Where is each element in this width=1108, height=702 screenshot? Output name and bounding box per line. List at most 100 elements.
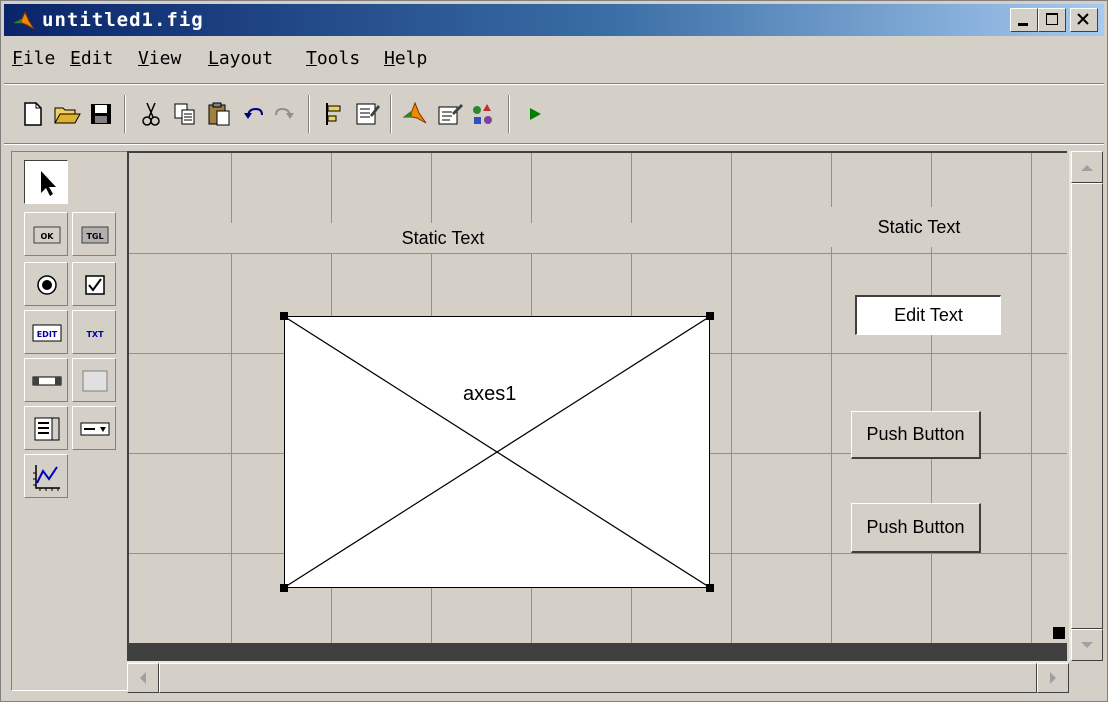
toggle-button-icon: TGL [81, 226, 109, 244]
open-folder-icon [54, 107, 81, 124]
arrow-up-icon [1081, 165, 1093, 171]
menu-bar: File Edit View Layout Tools Help [4, 41, 1104, 77]
toggle-button-tool[interactable]: TGL [72, 212, 116, 256]
scroll-up-button[interactable] [1071, 151, 1103, 183]
slider-icon [32, 376, 62, 386]
scroll-thumb-horizontal[interactable] [159, 663, 1037, 693]
toolbar-separator [4, 143, 1104, 145]
menu-edit[interactable]: Edit [70, 48, 113, 69]
run-play-icon [530, 108, 541, 120]
redo-icon [275, 107, 294, 119]
menu-editor-button[interactable] [352, 99, 382, 129]
frame-tool[interactable] [72, 358, 116, 402]
scroll-down-button[interactable] [1071, 629, 1103, 661]
edit-text-tool[interactable]: EDIT [24, 310, 68, 354]
arrow-left-icon [140, 672, 146, 684]
new-button[interactable] [18, 99, 48, 129]
m-file-editor-button[interactable] [400, 99, 430, 129]
window-title: untitled1.fig [42, 9, 204, 31]
save-disk-icon [91, 104, 111, 124]
radio-button-icon [37, 275, 57, 295]
axes-tool[interactable] [24, 454, 68, 498]
frame-icon [82, 370, 108, 392]
figure-resize-handle[interactable] [1053, 627, 1065, 639]
scroll-left-button[interactable] [127, 663, 159, 693]
scrollbar-corner [1069, 661, 1103, 693]
minimize-button[interactable] [1010, 8, 1038, 32]
scissors-icon [142, 102, 160, 126]
undo-icon [244, 107, 263, 119]
object-browser-icon [473, 104, 492, 124]
close-icon [1077, 13, 1089, 25]
property-inspector-button[interactable] [434, 99, 464, 129]
toolbar [4, 89, 1104, 141]
align-icon [326, 103, 341, 125]
svg-text:TGL: TGL [86, 232, 103, 241]
vertical-scrollbar[interactable] [1069, 151, 1103, 661]
axes-plot-icon [33, 465, 60, 491]
scroll-thumb-vertical[interactable] [1071, 183, 1103, 629]
push-button-tool[interactable]: OK [24, 212, 68, 256]
edit-text-field[interactable]: Edit Text [855, 295, 1001, 335]
property-inspector-icon [438, 104, 463, 125]
resize-handle-bottom-right[interactable] [706, 584, 714, 592]
menu-separator [4, 83, 1104, 85]
push-button-icon: OK [33, 226, 61, 244]
slider-tool[interactable] [24, 358, 68, 402]
select-tool[interactable] [24, 160, 68, 204]
svg-text:TXT: TXT [86, 330, 104, 339]
copy-button[interactable] [170, 99, 200, 129]
paste-clipboard-icon [208, 102, 230, 126]
maximize-icon [1046, 13, 1058, 25]
menu-view[interactable]: View [138, 48, 181, 69]
layout-canvas[interactable]: Static Text Static Text Edit Text axes1 … [127, 151, 1067, 643]
matlab-logo-icon [13, 10, 35, 30]
axes-placeholder[interactable]: axes1 [284, 316, 710, 588]
resize-handle-bottom-left[interactable] [280, 584, 288, 592]
title-bar[interactable]: untitled1.fig [4, 4, 1104, 36]
menu-tools[interactable]: Tools [306, 48, 360, 69]
resize-handle-top-left[interactable] [280, 312, 288, 320]
new-file-icon [24, 102, 42, 126]
figure-bottom-edge [127, 643, 1067, 661]
open-button[interactable] [52, 99, 82, 129]
svg-text:OK: OK [41, 232, 55, 241]
menu-editor-icon [356, 103, 380, 125]
static-text-tool[interactable]: TXT [72, 310, 116, 354]
maximize-button[interactable] [1038, 8, 1066, 32]
redo-button[interactable] [270, 99, 300, 129]
svg-text:EDIT: EDIT [37, 330, 58, 339]
run-button[interactable] [520, 99, 550, 129]
push-button-2[interactable]: Push Button [851, 503, 981, 553]
static-text-1[interactable]: Static Text [231, 223, 655, 253]
copy-icon [174, 103, 195, 125]
radio-button-tool[interactable] [24, 262, 68, 306]
align-objects-button[interactable] [318, 99, 348, 129]
checkbox-tool[interactable] [72, 262, 116, 306]
scroll-right-button[interactable] [1037, 663, 1069, 693]
popup-menu-icon [80, 422, 110, 436]
listbox-tool[interactable] [24, 406, 68, 450]
static-text-2[interactable]: Static Text [831, 207, 1007, 247]
cut-button[interactable] [136, 99, 166, 129]
m-file-editor-icon [402, 101, 427, 124]
menu-file[interactable]: File [12, 48, 55, 69]
menu-help[interactable]: Help [384, 48, 427, 69]
axes-label: axes1 [463, 383, 517, 405]
arrow-right-icon [1050, 672, 1056, 684]
horizontal-scrollbar[interactable] [127, 661, 1069, 693]
paste-button[interactable] [204, 99, 234, 129]
edit-text-icon: EDIT [32, 324, 62, 342]
save-button[interactable] [86, 99, 116, 129]
minimize-icon [1018, 23, 1028, 26]
push-button-1[interactable]: Push Button [851, 411, 981, 459]
listbox-icon [34, 417, 60, 441]
axes-cross-icon [285, 317, 709, 587]
popup-menu-tool[interactable] [72, 406, 116, 450]
close-button[interactable] [1070, 8, 1098, 32]
object-browser-button[interactable] [468, 99, 498, 129]
undo-button[interactable] [238, 99, 268, 129]
static-text-icon: TXT [86, 330, 104, 339]
resize-handle-top-right[interactable] [706, 312, 714, 320]
menu-layout[interactable]: Layout [208, 48, 273, 69]
